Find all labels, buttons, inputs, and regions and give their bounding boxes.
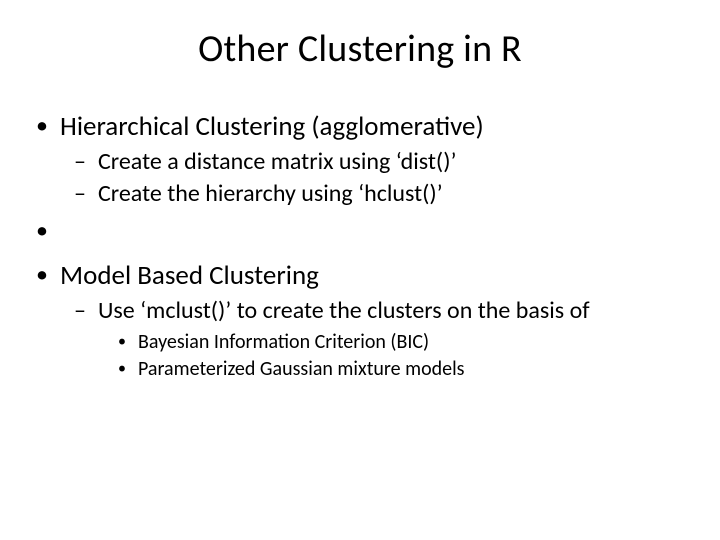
bullet-text: Parameterized Gaussian mixture models xyxy=(138,357,465,381)
bullet-list-level3: Bayesian Information Criterion (BIC) Par… xyxy=(98,330,686,382)
bullet-text: Model Based Clustering xyxy=(60,259,319,292)
bullet-item-model-based: Model Based Clustering Use ‘mclust()’ to… xyxy=(34,259,686,382)
bullet-item: Create the hierarchy using ‘hclust()’ xyxy=(74,179,686,209)
bullet-item: Bayesian Information Criterion (BIC) xyxy=(116,330,686,355)
slide-title: Other Clustering in R xyxy=(0,0,720,72)
bullet-list-level1: Hierarchical Clustering (agglomerative) … xyxy=(34,110,686,382)
spacer xyxy=(34,215,686,253)
bullet-text: Use ‘mclust()’ to create the clusters on… xyxy=(98,296,590,325)
slide-body: Hierarchical Clustering (agglomerative) … xyxy=(0,72,720,382)
bullet-text: Create the hierarchy using ‘hclust()’ xyxy=(98,179,443,208)
bullet-item-hierarchical: Hierarchical Clustering (agglomerative) … xyxy=(34,110,686,209)
bullet-list-level2: Use ‘mclust()’ to create the clusters on… xyxy=(60,296,686,382)
bullet-list-level2: Create a distance matrix using ‘dist()’ … xyxy=(60,147,686,209)
bullet-item: Parameterized Gaussian mixture models xyxy=(116,357,686,382)
bullet-text: Hierarchical Clustering (agglomerative) xyxy=(60,110,484,143)
bullet-item: Create a distance matrix using ‘dist()’ xyxy=(74,147,686,177)
slide: Other Clustering in R Hierarchical Clust… xyxy=(0,0,720,540)
bullet-text: Create a distance matrix using ‘dist()’ xyxy=(98,147,456,176)
bullet-item: Use ‘mclust()’ to create the clusters on… xyxy=(74,296,686,382)
bullet-text: Bayesian Information Criterion (BIC) xyxy=(138,330,429,354)
